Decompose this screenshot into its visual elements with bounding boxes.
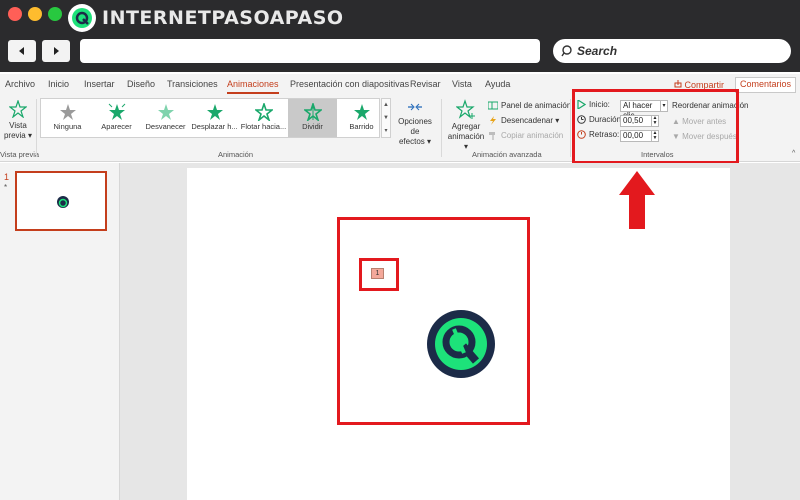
star-gray-icon [59, 104, 76, 120]
effect-arrows-icon [408, 103, 422, 111]
gallery-scroll[interactable]: ▲ ▼ ▾ [381, 98, 391, 138]
anim-dividir-label: Dividir [302, 122, 323, 131]
anim-flotar[interactable]: Flotar hacia... [239, 99, 288, 137]
animation-gallery: Ninguna Aparecer Desvanecer Desplazar h.… [40, 98, 380, 138]
animation-pane-button[interactable]: Panel de animación [488, 101, 571, 110]
animation-pane-label: Panel de animación [501, 101, 572, 110]
group-label-advanced: Animación avanzada [472, 150, 542, 159]
star-split-icon [303, 103, 322, 121]
effect-options-label-2: efectos ▾ [398, 137, 432, 146]
slide-number: 1 [4, 172, 10, 182]
tab-presentacion[interactable]: Presentación con diapositivas [290, 79, 409, 89]
animation-marker-icon: * [4, 183, 8, 192]
left-arrow-icon [19, 47, 24, 55]
star-fly-icon [206, 104, 223, 120]
comments-label: Comentarios [740, 79, 792, 89]
forward-button[interactable] [42, 40, 70, 62]
effect-options-button[interactable]: Opciones de efectos ▾ [394, 100, 436, 147]
preview-label-1: Vista [9, 121, 27, 130]
anim-desvanecer[interactable]: Desvanecer [141, 99, 190, 137]
back-button[interactable] [8, 40, 36, 62]
logo-text-prefix: INTERNET [102, 7, 212, 29]
tab-archivo[interactable]: Archivo [5, 79, 35, 89]
anim-ninguna[interactable]: Ninguna [43, 99, 92, 137]
preview-label-2: previa ▾ [3, 131, 33, 140]
tab-revisar[interactable]: Revisar [410, 79, 441, 89]
anim-dividir[interactable]: Dividir [288, 99, 337, 137]
star-wipe-icon [353, 104, 370, 120]
site-logo[interactable]: INTERNETPASOAPASO [68, 4, 344, 32]
star-add-icon [455, 99, 475, 119]
divider [441, 99, 442, 157]
animation-order-tag[interactable]: 1 [371, 268, 384, 279]
effect-options-label-1: Opciones de [398, 117, 432, 136]
browser-topbar: INTERNETPASOAPASO Search [0, 0, 800, 72]
preview-button[interactable]: Vista previa ▾ [3, 99, 33, 141]
lightning-icon [490, 116, 496, 125]
collapse-ribbon-icon[interactable]: ^ [792, 150, 795, 157]
star-float-icon [254, 103, 273, 121]
anim-desvanecer-label: Desvanecer [145, 122, 186, 131]
address-bar[interactable] [80, 39, 540, 63]
effect-options-label-2-text: efectos [398, 137, 425, 146]
logo-icon [427, 310, 495, 378]
anim-aparecer[interactable]: Aparecer [92, 99, 141, 137]
logo-mark-icon [68, 4, 96, 32]
maximize-window-button[interactable] [48, 7, 62, 21]
star-burst-icon [108, 103, 125, 120]
star-outline-icon [8, 99, 28, 119]
anim-aparecer-label: Aparecer [101, 122, 132, 131]
group-label-preview: Vista previa [0, 150, 40, 159]
right-arrow-icon [54, 47, 59, 55]
animation-pane-icon [488, 101, 498, 110]
anim-desplazar-label: Desplazar h... [191, 122, 238, 131]
tab-transiciones[interactable]: Transiciones [167, 79, 218, 89]
divider [570, 99, 571, 157]
anim-desplazar[interactable]: Desplazar h... [190, 99, 239, 137]
star-fade-icon [157, 104, 174, 120]
preview-label-2-text: previa [3, 131, 26, 140]
comments-button[interactable]: Comentarios [735, 77, 797, 93]
tab-insertar[interactable]: Insertar [84, 79, 115, 89]
copy-animation-button[interactable]: Copiar animación [488, 131, 563, 140]
group-label-animation: Animación [218, 150, 254, 159]
divider [36, 99, 37, 157]
share-icon [674, 80, 682, 88]
logo-text-suffix: PASOAPASO [211, 7, 344, 29]
add-animation-label-1: Agregar [451, 122, 481, 131]
search-icon [561, 45, 572, 57]
minimize-window-button[interactable] [28, 7, 42, 21]
logo-text: INTERNETPASOAPASO [102, 7, 344, 29]
copy-animation-label: Copiar animación [501, 131, 564, 140]
slide-thumbnails-pane: 1 * [0, 163, 120, 500]
up-arrow-annotation-icon [619, 171, 655, 236]
add-animation-label-2-text: animación [447, 132, 485, 141]
anim-ninguna-label: Ninguna [53, 122, 82, 131]
tab-animaciones[interactable]: Animaciones [227, 79, 279, 94]
add-animation-button[interactable]: Agregar animación ▾ [446, 99, 486, 152]
tab-diseno[interactable]: Diseño [127, 79, 155, 89]
anim-barrido[interactable]: Barrido [337, 99, 386, 137]
tab-inicio[interactable]: Inicio [48, 79, 69, 89]
close-window-button[interactable] [8, 7, 22, 21]
highlight-annotation-timing [572, 89, 739, 164]
tab-ayuda[interactable]: Ayuda [485, 79, 510, 89]
thumbnail-logo-icon [57, 196, 69, 208]
trigger-label: Desencadenar [501, 116, 554, 125]
slide-thumbnail[interactable] [15, 171, 107, 231]
add-animation-label-2: animación ▾ [447, 132, 485, 151]
anim-flotar-label: Flotar hacia... [240, 122, 287, 131]
anim-barrido-label: Barrido [349, 122, 374, 131]
trigger-button[interactable]: Desencadenar ▾ [488, 116, 559, 125]
search-placeholder: Search [577, 44, 618, 58]
tab-vista[interactable]: Vista [452, 79, 472, 89]
slide-logo-image[interactable] [426, 309, 496, 384]
search-input[interactable]: Search [553, 39, 791, 63]
brush-icon [489, 132, 495, 140]
